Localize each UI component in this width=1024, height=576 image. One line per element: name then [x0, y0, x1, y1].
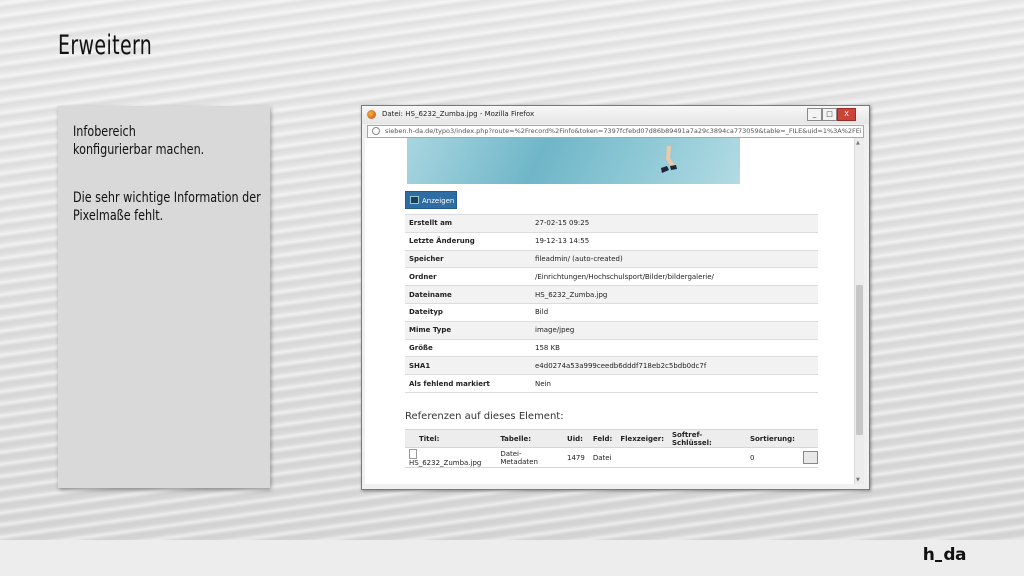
- meta-value: /Einrichtungen/Hochschulsport/Bilder/bil…: [531, 267, 818, 286]
- window-titlebar[interactable]: Datei: HS_6232_Zumba.jpg - Mozilla Firef…: [362, 106, 869, 124]
- info-line: Infobereich: [73, 124, 136, 140]
- table-row: Mime Type image/jpeg: [405, 320, 818, 340]
- footer-bar: [0, 540, 1024, 576]
- close-button[interactable]: X: [837, 108, 856, 121]
- column-header[interactable]: Uid:: [563, 429, 589, 448]
- table-row: Erstellt am 27-02-15 09:25: [405, 214, 818, 233]
- references-heading: Referenzen auf dieses Element:: [405, 411, 564, 422]
- window-title: Datei: HS_6232_Zumba.jpg - Mozilla Firef…: [382, 110, 535, 118]
- scroll-up-icon[interactable]: ▲: [856, 140, 860, 146]
- vertical-scrollbar[interactable]: ▲ ▼: [854, 138, 864, 484]
- column-header[interactable]: Feld:: [588, 429, 617, 448]
- column-header-actions: [798, 429, 818, 448]
- ref-title[interactable]: HS_6232_Zumba.jpg: [409, 459, 481, 467]
- column-header[interactable]: Softref-Schlüssel:: [668, 429, 746, 448]
- meta-key: Dateityp: [405, 302, 531, 322]
- scroll-down-icon[interactable]: ▼: [856, 477, 860, 483]
- references-table: Titel: Tabelle: Uid: Feld: Flexzeiger: S…: [405, 429, 818, 468]
- info-box: Infobereich konfigurierbar machen. Die s…: [58, 106, 270, 488]
- ref-softref: [668, 447, 746, 468]
- meta-value: 158 KB: [531, 338, 818, 357]
- url-text[interactable]: sieben.h-da.de/typo3/index.php?route=%2F…: [385, 127, 861, 135]
- meta-value: fileadmin/ (auto-created): [531, 249, 818, 268]
- table-row: Dateiname HS_6232_Zumba.jpg: [405, 285, 818, 304]
- table-row: Ordner/Einrichtungen/Hochschulsport/Bild…: [405, 267, 818, 286]
- meta-key: Als fehlend markiert: [405, 374, 531, 393]
- firefox-logo-icon: [367, 110, 376, 119]
- meta-key: Mime Type: [405, 320, 531, 340]
- column-header[interactable]: Sortierung:: [745, 429, 799, 448]
- table-row: Größe 158 KB: [405, 338, 818, 357]
- scrollbar-thumb[interactable]: [856, 285, 863, 435]
- firefox-window: Datei: HS_6232_Zumba.jpg - Mozilla Firef…: [361, 105, 870, 490]
- edit-icon[interactable]: [802, 451, 818, 464]
- meta-key: SHA1: [405, 356, 531, 375]
- meta-key: Größe: [405, 338, 531, 357]
- info-line: Die sehr wichtige Information der: [73, 190, 261, 206]
- table-row[interactable]: HS_6232_Zumba.jpg Datei-Metadaten 1479 D…: [405, 447, 818, 468]
- table-row: SHA1 e4d0274a53a999ceedb6dddf718eb2c5bdb0…: [405, 356, 818, 375]
- info-line: Pixelmaße fehlt.: [73, 208, 164, 224]
- meta-value: image/jpeg: [531, 320, 818, 340]
- show-button[interactable]: Anzeigen: [405, 191, 457, 209]
- meta-value: 19-12-13 14:55: [531, 231, 818, 251]
- image-preview: [407, 138, 740, 184]
- meta-key: Dateiname: [405, 285, 531, 304]
- runner-figure-icon: [661, 146, 677, 173]
- column-header[interactable]: Titel:: [405, 429, 497, 448]
- globe-icon: [372, 127, 380, 135]
- column-header[interactable]: Flexzeiger:: [616, 429, 668, 448]
- minimize-button[interactable]: _: [807, 108, 822, 121]
- meta-key: Erstellt am: [405, 214, 531, 233]
- table-row: Letzte Änderung 19-12-13 14:55: [405, 231, 818, 251]
- meta-key: Letzte Änderung: [405, 231, 531, 251]
- hda-logo: h da: [922, 545, 967, 565]
- table-row: Dateityp Bild: [405, 302, 818, 322]
- meta-value: HS_6232_Zumba.jpg: [531, 285, 818, 304]
- ref-table: Datei-Metadaten: [496, 447, 564, 468]
- info-line: konfigurierbar machen.: [73, 142, 205, 158]
- address-bar[interactable]: sieben.h-da.de/typo3/index.php?route=%2F…: [367, 125, 864, 138]
- meta-value: 27-02-15 09:25: [531, 214, 818, 233]
- ref-uid: 1479: [563, 447, 589, 468]
- display-icon: [410, 196, 419, 204]
- maximize-button[interactable]: □: [822, 108, 837, 121]
- ref-sort: 0: [745, 447, 799, 468]
- table-header-row: Titel: Tabelle: Uid: Feld: Flexzeiger: S…: [405, 429, 818, 448]
- meta-key: Speicher: [405, 249, 531, 268]
- page-content: Anzeigen Erstellt am 27-02-15 09:25 Letzt…: [365, 138, 864, 484]
- file-info-table: Erstellt am 27-02-15 09:25 Letzte Änderun…: [405, 214, 818, 393]
- ref-flex: [616, 447, 668, 468]
- show-button-label: Anzeigen: [422, 197, 455, 205]
- column-header[interactable]: Tabelle:: [496, 429, 564, 448]
- file-icon: [409, 448, 417, 459]
- ref-field: Datei: [588, 447, 617, 468]
- meta-key: Ordner: [405, 267, 531, 286]
- table-row: Als fehlend markiert Nein: [405, 374, 818, 393]
- table-row: Speicher fileadmin/ (auto-created): [405, 249, 818, 268]
- slide-title: Erweitern: [58, 30, 153, 61]
- meta-value: e4d0274a53a999ceedb6dddf718eb2c5bdb0dc7f: [531, 356, 818, 375]
- meta-value: Bild: [531, 302, 818, 322]
- meta-value: Nein: [531, 374, 818, 393]
